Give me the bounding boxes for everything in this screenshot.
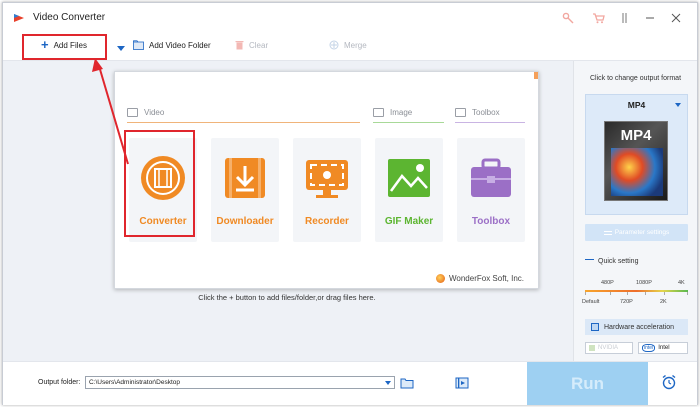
nvidia-icon xyxy=(589,345,595,351)
key-icon[interactable] xyxy=(559,9,577,27)
section-video-label: Video xyxy=(144,108,165,117)
quick-setting-title: Quick setting xyxy=(585,258,638,265)
toolbox-icon xyxy=(471,158,511,197)
quality-2k-label: 2K xyxy=(660,299,667,305)
section-toolbox: Toolbox xyxy=(455,108,500,117)
brand-footer: WonderFox Soft, Inc. xyxy=(436,274,524,283)
section-image-label: Image xyxy=(390,108,413,117)
add-video-folder-button[interactable]: Add Video Folder xyxy=(133,40,211,50)
section-image: Image xyxy=(373,108,412,117)
recorder-label: Recorder xyxy=(305,216,349,227)
cart-icon[interactable] xyxy=(589,9,607,27)
output-folder-label: Output folder: xyxy=(38,379,81,386)
section-toolbox-label: Toolbox xyxy=(472,108,500,117)
downloader-icon xyxy=(225,158,265,198)
add-video-folder-label: Add Video Folder xyxy=(149,40,211,50)
recorder-tile[interactable]: Recorder xyxy=(293,138,361,242)
quick-setting-label: Quick setting xyxy=(598,258,639,265)
format-dropdown-icon xyxy=(675,103,681,107)
merge-label: Merge xyxy=(344,40,367,50)
downloader-label: Downloader xyxy=(216,216,274,227)
parameter-settings-button[interactable]: Parameter settings xyxy=(585,224,688,241)
video-section-icon xyxy=(127,108,138,117)
chip-icon xyxy=(591,323,599,331)
sliders-icon xyxy=(603,230,612,235)
quality-4k-label: 4K xyxy=(678,280,685,286)
trash-icon xyxy=(235,41,244,50)
toolbar: + Add Files Add Video Folder Clear Merge xyxy=(3,33,697,61)
app-logo-icon xyxy=(14,14,24,22)
close-icon[interactable] xyxy=(667,9,685,27)
wonderfox-logo-icon xyxy=(436,274,445,283)
nvidia-option[interactable]: NVIDIA xyxy=(585,342,633,354)
menu-icon[interactable] xyxy=(617,9,635,27)
intel-label: Intel xyxy=(658,345,670,351)
recorder-icon xyxy=(306,160,348,198)
hardware-acceleration-label: Hardware acceleration xyxy=(604,323,675,331)
intel-logo-icon: intel xyxy=(642,344,656,352)
mp4-artwork xyxy=(611,148,663,196)
quick-setting-icon xyxy=(585,259,594,264)
merge-icon xyxy=(329,40,339,50)
output-folder-dropdown-icon[interactable] xyxy=(385,381,391,385)
clear-button[interactable]: Clear xyxy=(235,40,268,50)
drop-hint: Click the + button to add files/folder,o… xyxy=(198,293,376,302)
bottom-bar: Output folder: C:\Users\Administrator\De… xyxy=(3,361,697,405)
section-video-line xyxy=(127,122,360,123)
quality-slider[interactable] xyxy=(585,290,688,292)
nvidia-label: NVIDIA xyxy=(598,345,619,351)
mp4-format-image: MP4 xyxy=(604,121,668,201)
output-format-name: MP4 xyxy=(627,100,646,110)
title-bar: Video Converter xyxy=(3,3,697,33)
highlight-converter xyxy=(124,130,195,237)
add-files-dropdown-icon[interactable] xyxy=(117,46,125,51)
parameter-settings-label: Parameter settings xyxy=(614,229,670,236)
output-format-selector[interactable]: MP4 MP4 xyxy=(585,94,688,215)
highlight-add-files xyxy=(22,34,107,60)
open-folder-icon[interactable] xyxy=(400,377,414,389)
output-format-panel: Click to change output format MP4 MP4 Pa… xyxy=(573,61,697,361)
hardware-acceleration-toggle[interactable]: Hardware acceleration xyxy=(585,319,688,335)
intel-option[interactable]: intel Intel xyxy=(638,342,688,354)
app-title: Video Converter xyxy=(33,12,106,23)
quality-default-label: Default xyxy=(582,299,600,305)
output-format-caption: Click to change output format xyxy=(589,75,682,82)
output-folder-value: C:\Users\Administrator\Desktop xyxy=(89,379,181,386)
quality-480p-label: 480P xyxy=(601,280,614,286)
toolbox-section-icon xyxy=(455,108,466,117)
merge-button[interactable]: Merge xyxy=(329,40,367,50)
section-video: Video xyxy=(127,108,164,117)
toolbox-tile[interactable]: Toolbox xyxy=(457,138,525,242)
output-video-icon[interactable] xyxy=(455,377,469,389)
folder-plus-icon xyxy=(133,40,144,50)
brand-label: WonderFox Soft, Inc. xyxy=(449,274,524,283)
gif-maker-tile[interactable]: GIF Maker xyxy=(375,138,443,242)
gif-maker-label: GIF Maker xyxy=(384,216,434,227)
gif-maker-icon xyxy=(388,159,430,197)
app-window: Video Converter + Add Files Add Video Fo… xyxy=(2,2,698,405)
quality-1080p-label: 1080P xyxy=(636,280,652,286)
minimize-icon[interactable] xyxy=(641,9,659,27)
clear-label: Clear xyxy=(249,40,269,50)
run-button[interactable]: Run xyxy=(527,362,648,405)
output-folder-field[interactable]: C:\Users\Administrator\Desktop xyxy=(85,376,395,389)
toolbox-label: Toolbox xyxy=(471,216,511,227)
alarm-clock-icon[interactable] xyxy=(661,374,677,390)
section-image-line xyxy=(373,122,444,123)
section-toolbox-line xyxy=(455,122,525,123)
quality-720p-label: 720P xyxy=(620,299,633,305)
mp4-card-label: MP4 xyxy=(620,127,652,144)
image-section-icon xyxy=(373,108,384,117)
downloader-tile[interactable]: Downloader xyxy=(211,138,279,242)
